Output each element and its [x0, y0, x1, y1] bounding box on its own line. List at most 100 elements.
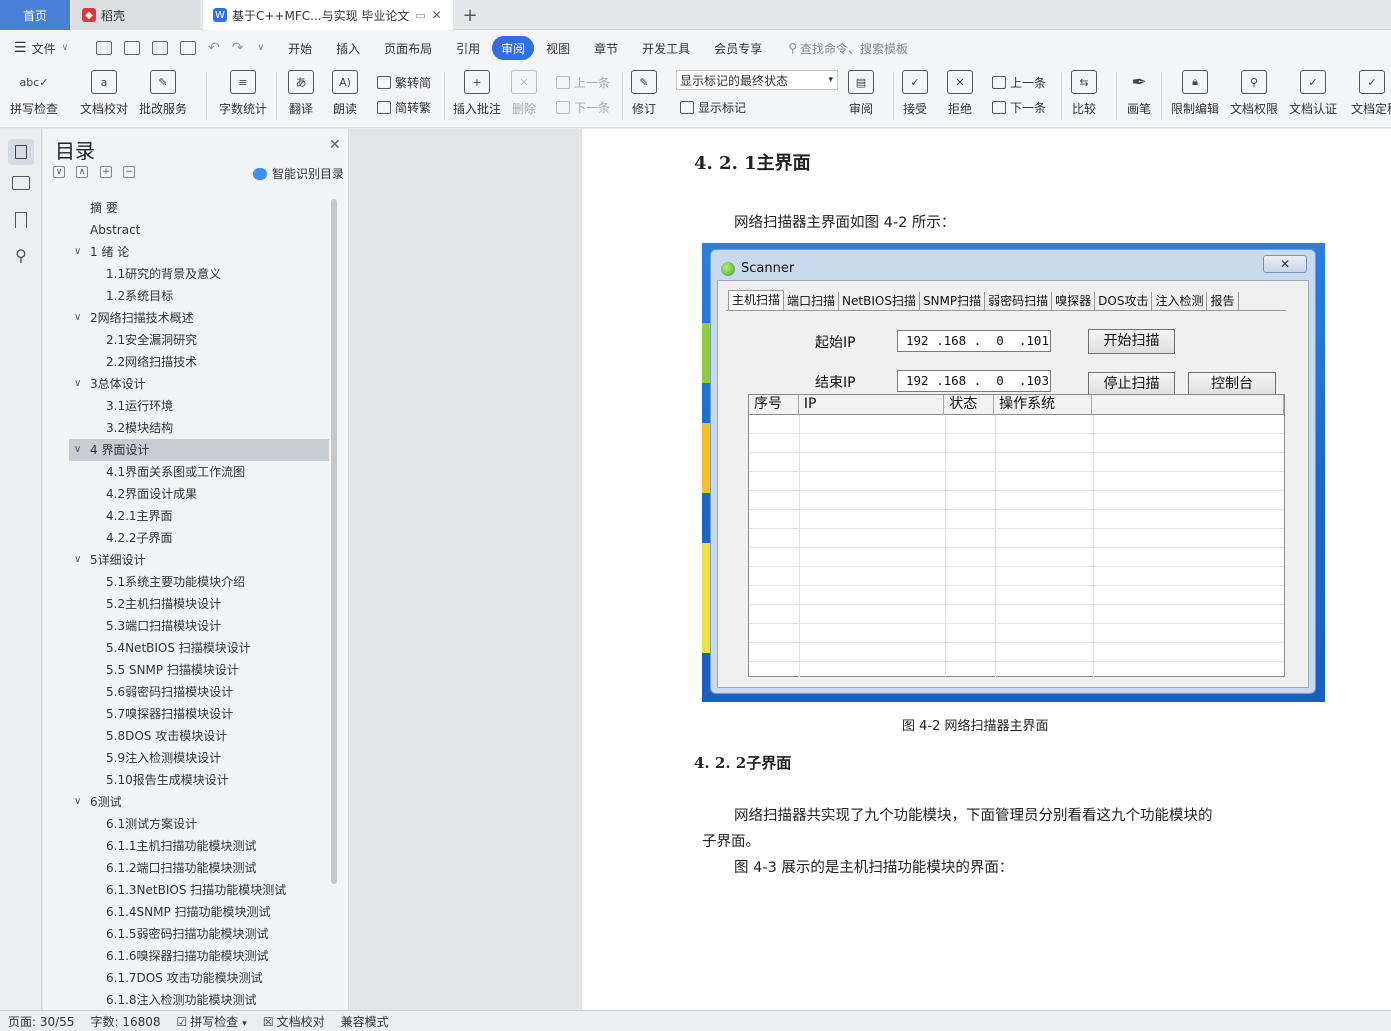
- remove-heading-icon[interactable]: −: [123, 166, 135, 178]
- file-menu[interactable]: ☰ 文件 ∨: [0, 40, 90, 57]
- toc-item[interactable]: 4.1界面关系图或工作流图: [69, 461, 329, 483]
- menu-tab-6[interactable]: 章节: [582, 36, 630, 60]
- toc-item[interactable]: ∨ 4 界面设计: [69, 439, 329, 461]
- spellcheck-status[interactable]: ☑ 拼写检查 ▾: [169, 1013, 255, 1030]
- spellcheck-button[interactable]: abc✓ 拼写检查: [10, 70, 58, 117]
- toc-item[interactable]: 5.5 SNMP 扫描模块设计: [69, 659, 329, 681]
- chevron-down-icon[interactable]: ∨: [74, 439, 81, 461]
- next-change-button[interactable]: 下一条: [992, 99, 1046, 116]
- toc-item[interactable]: 5.8DOS 攻击模块设计: [69, 725, 329, 747]
- toc-item[interactable]: 1.2系统目标: [69, 285, 329, 307]
- add-heading-icon[interactable]: +: [100, 166, 112, 178]
- toc-item[interactable]: 6.1.6嗅探器扫描功能模块测试: [69, 945, 329, 967]
- bookmark-icon[interactable]: [15, 212, 27, 228]
- menu-tab-8[interactable]: 会员专享: [702, 36, 774, 60]
- toc-item[interactable]: 2.2网络扫描技术: [69, 351, 329, 373]
- toc-item[interactable]: 3.1运行环境: [69, 395, 329, 417]
- chevron-down-icon[interactable]: ∨: [74, 373, 81, 395]
- prev-comment-button[interactable]: 上一条: [556, 74, 610, 91]
- command-search[interactable]: ⚲ 查找命令、搜索模板: [788, 40, 908, 57]
- toc-item[interactable]: Abstract: [69, 219, 329, 241]
- smart-toc-button[interactable]: 智能识别目录: [253, 165, 344, 182]
- translate-button[interactable]: あ翻译: [288, 70, 314, 117]
- next-comment-button[interactable]: 下一条: [556, 99, 610, 116]
- export-pdf-icon[interactable]: [124, 41, 140, 55]
- toc-item[interactable]: ∨ 1 绪 论: [69, 241, 329, 263]
- menu-tab-7[interactable]: 开发工具: [630, 36, 702, 60]
- insert-comment-button[interactable]: + 插入批注: [453, 70, 501, 117]
- new-tab-button[interactable]: +: [458, 0, 482, 30]
- toc-item[interactable]: 5.10报告生成模块设计: [69, 769, 329, 791]
- toc-item[interactable]: 6.1测试方案设计: [69, 813, 329, 835]
- menu-tab-5[interactable]: 视图: [534, 36, 582, 60]
- close-icon[interactable]: ✕: [329, 137, 341, 153]
- reject-button[interactable]: ✕ 拒绝: [947, 70, 973, 117]
- toc-item[interactable]: 6.1.4SNMP 扫描功能模块测试: [69, 901, 329, 923]
- collapse-all-icon[interactable]: ∨: [53, 166, 65, 178]
- chevron-down-icon[interactable]: ∨: [74, 549, 81, 571]
- tab-daoke[interactable]: ◆ 稻壳: [72, 0, 200, 30]
- toc-item[interactable]: 6.1.1主机扫描功能模块测试: [69, 835, 329, 857]
- doc-final-button[interactable]: ✓ 文档定稿: [1351, 70, 1391, 117]
- toc-item[interactable]: 6.1.7DOS 攻击功能模块测试: [69, 967, 329, 989]
- toc-item[interactable]: 5.7嗅探器扫描模块设计: [69, 703, 329, 725]
- toc-panel-icon[interactable]: [8, 139, 34, 165]
- customize-quickbar-icon[interactable]: ∨: [257, 43, 264, 53]
- toc-item[interactable]: 5.2主机扫描模块设计: [69, 593, 329, 615]
- toc-item[interactable]: 摘 要: [69, 197, 329, 219]
- toc-item[interactable]: 4.2.1主界面: [69, 505, 329, 527]
- pen-button[interactable]: ✒ 画笔: [1126, 70, 1152, 117]
- monitor-icon[interactable]: ▭: [415, 9, 425, 22]
- tab-document[interactable]: W 基于C++MFC...与实现 毕业论文 ▭ ✕: [203, 0, 453, 30]
- accept-button[interactable]: ✓ 接受: [902, 70, 928, 117]
- toc-item[interactable]: 5.9注入检测模块设计: [69, 747, 329, 769]
- compare-button[interactable]: ⇆ 比较: [1071, 70, 1097, 117]
- tab-home[interactable]: 首页: [0, 0, 70, 30]
- show-markup-button[interactable]: 显示标记: [680, 99, 746, 116]
- chevron-down-icon[interactable]: ∨: [74, 241, 81, 263]
- menu-tab-3[interactable]: 引用: [444, 36, 492, 60]
- document-page[interactable]: 4. 2. 1主界面 网络扫描器主界面如图 4-2 所示： Scanner ✕ …: [582, 129, 1391, 1010]
- doc-proof-button[interactable]: a 文档校对: [80, 70, 128, 117]
- toc-item[interactable]: 1.1研究的背景及意义: [69, 263, 329, 285]
- toc-item[interactable]: 3.2模块结构: [69, 417, 329, 439]
- menu-tab-1[interactable]: 插入: [324, 36, 372, 60]
- prev-change-button[interactable]: 上一条: [992, 74, 1046, 91]
- doc-auth-button[interactable]: ✓ 文档认证: [1289, 70, 1337, 117]
- redo-icon[interactable]: ↷: [232, 40, 244, 56]
- toc-item[interactable]: ∨ 3总体设计: [69, 373, 329, 395]
- delete-comment-button[interactable]: ✕ 删除: [511, 70, 537, 117]
- word-count-button[interactable]: ≡ 字数统计: [219, 70, 267, 117]
- close-icon[interactable]: ✕: [432, 8, 442, 22]
- doc-rights-button[interactable]: ⚲ 文档权限: [1230, 70, 1278, 117]
- toc-item[interactable]: 6.1.2端口扫描功能模块测试: [69, 857, 329, 879]
- markup-mode-select[interactable]: 显示标记的最终状态 ▾: [676, 70, 838, 90]
- chevron-down-icon[interactable]: ∨: [74, 791, 81, 813]
- track-changes-button[interactable]: ✎ 修订: [631, 70, 657, 117]
- save-icon[interactable]: [96, 41, 112, 55]
- toc-item[interactable]: 5.6弱密码扫描模块设计: [69, 681, 329, 703]
- toc-item[interactable]: ∨ 2网络扫描技术概述: [69, 307, 329, 329]
- toc-item[interactable]: 4.2.2子界面: [69, 527, 329, 549]
- review-pane-button[interactable]: ▤ 审阅: [848, 70, 874, 117]
- toc-item[interactable]: 5.3端口扫描模块设计: [69, 615, 329, 637]
- toc-item[interactable]: 2.1安全漏洞研究: [69, 329, 329, 351]
- word-count[interactable]: 字数: 16808: [82, 1013, 168, 1030]
- menu-tab-2[interactable]: 页面布局: [372, 36, 444, 60]
- toc-item[interactable]: 4.2界面设计成果: [69, 483, 329, 505]
- proof-status[interactable]: ☒ 文档校对: [255, 1013, 333, 1030]
- print-icon[interactable]: [152, 41, 168, 55]
- toc-item[interactable]: 5.4NetBIOS 扫描模块设计: [69, 637, 329, 659]
- menu-tab-4[interactable]: 审阅: [492, 36, 535, 60]
- chevron-down-icon[interactable]: ∨: [74, 307, 81, 329]
- search-icon[interactable]: ⚲: [12, 247, 30, 265]
- undo-icon[interactable]: ↶: [208, 40, 220, 56]
- toc-item[interactable]: ∨ 6测试: [69, 791, 329, 813]
- page-indicator[interactable]: 页面: 30/55: [0, 1013, 82, 1030]
- revise-service-button[interactable]: ✎ 批改服务: [139, 70, 187, 117]
- read-aloud-button[interactable]: A) 朗读: [332, 70, 358, 117]
- to-simplified-button[interactable]: 简转繁: [377, 99, 431, 116]
- expand-up-icon[interactable]: ∧: [76, 166, 88, 178]
- toc-item[interactable]: 5.1系统主要功能模块介绍: [69, 571, 329, 593]
- toc-item[interactable]: 6.1.8注入检测功能模块测试: [69, 989, 329, 1011]
